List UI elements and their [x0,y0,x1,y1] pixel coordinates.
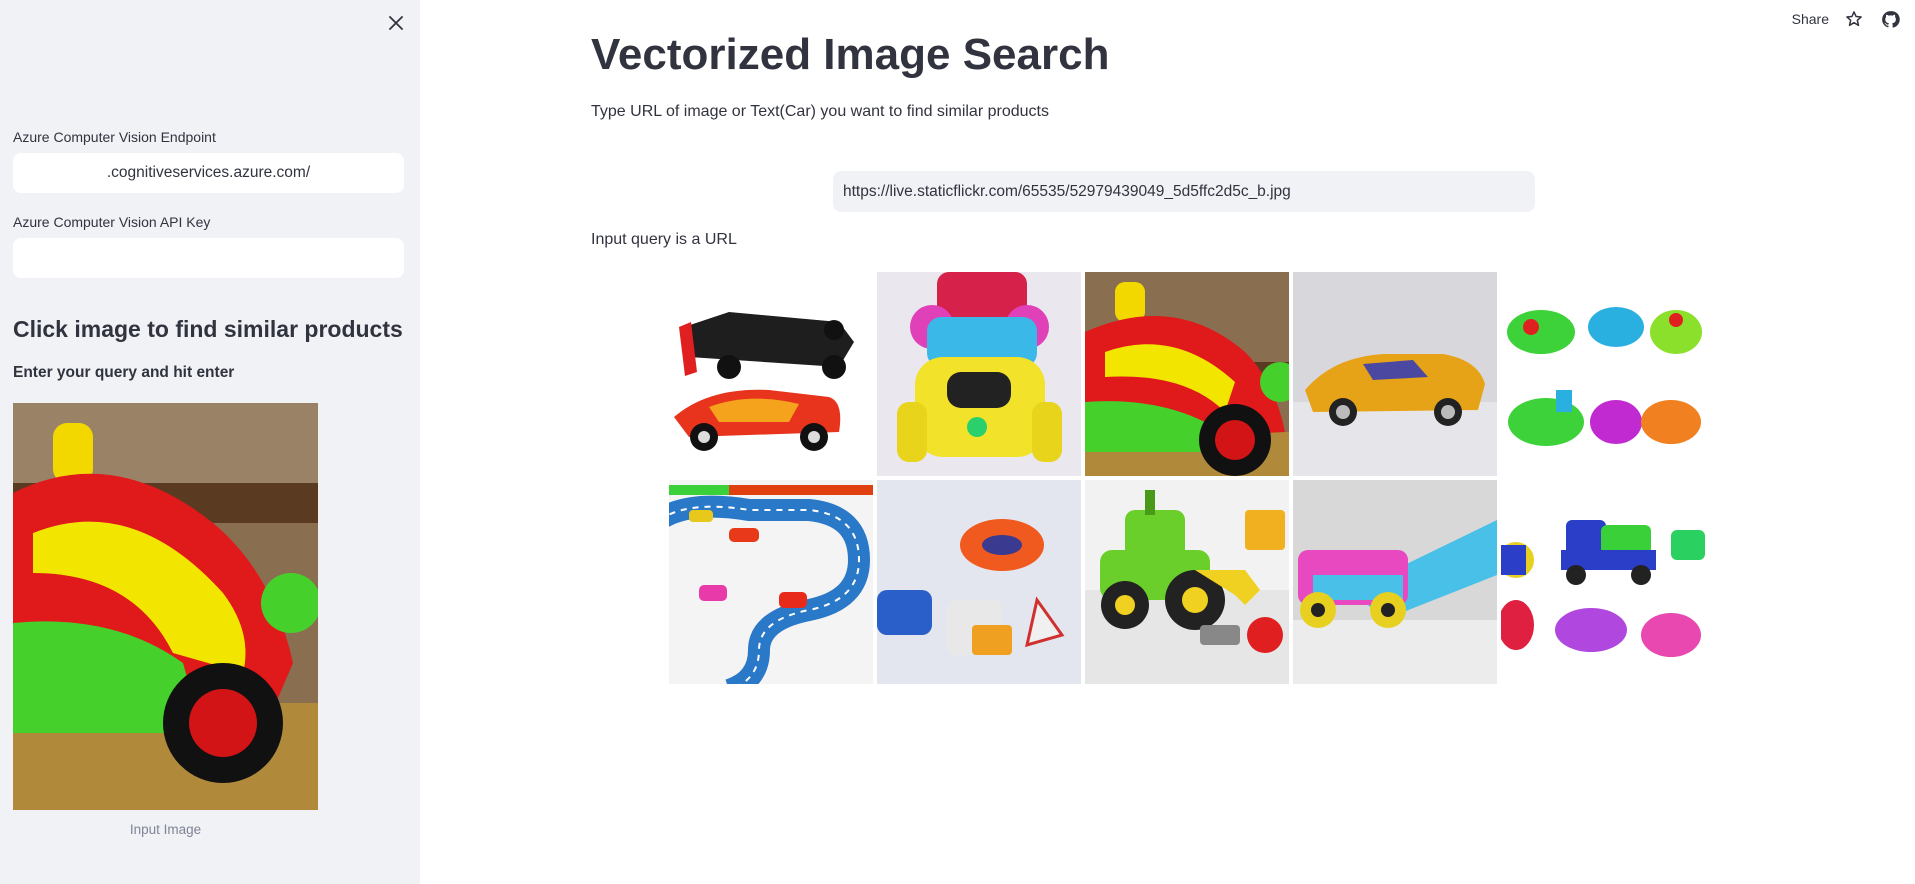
endpoint-input[interactable] [13,153,404,193]
result-image-9[interactable] [1293,480,1497,684]
sidebar-heading: Click image to find similar products [13,316,403,342]
result-image-8[interactable] [1085,480,1289,684]
result-image-7[interactable] [877,480,1081,684]
result-image-3[interactable] [1085,272,1289,476]
query-input[interactable] [833,171,1535,212]
api-key-input[interactable] [13,238,404,278]
star-button[interactable] [1843,8,1865,30]
sidebar-subheading: Enter your query and hit enter [13,364,235,381]
query-status: Input query is a URL [591,231,737,248]
page-title: Vectorized Image Search [591,30,1110,79]
input-image-caption: Input Image [129,822,202,837]
result-image-4[interactable] [1293,272,1497,476]
result-image-2[interactable] [877,272,1081,476]
app-toolbar: Share [1792,8,1901,30]
sidebar: Azure Computer Vision Endpoint Azure Com… [0,0,420,884]
close-sidebar-button[interactable] [385,12,407,34]
endpoint-label: Azure Computer Vision Endpoint [13,129,216,145]
api-key-label: Azure Computer Vision API Key [13,214,211,230]
share-button[interactable]: Share [1792,11,1829,27]
github-icon [1881,10,1900,28]
star-icon [1846,11,1862,27]
result-image-1[interactable] [669,272,873,476]
result-image-6[interactable] [669,480,873,684]
result-image-10[interactable] [1501,480,1705,684]
results-grid [669,272,1705,684]
page-subtitle: Type URL of image or Text(Car) you want … [591,103,1049,120]
close-icon [389,16,403,30]
result-image-5[interactable] [1501,272,1705,476]
github-button[interactable] [1879,8,1901,30]
input-image [13,403,318,810]
